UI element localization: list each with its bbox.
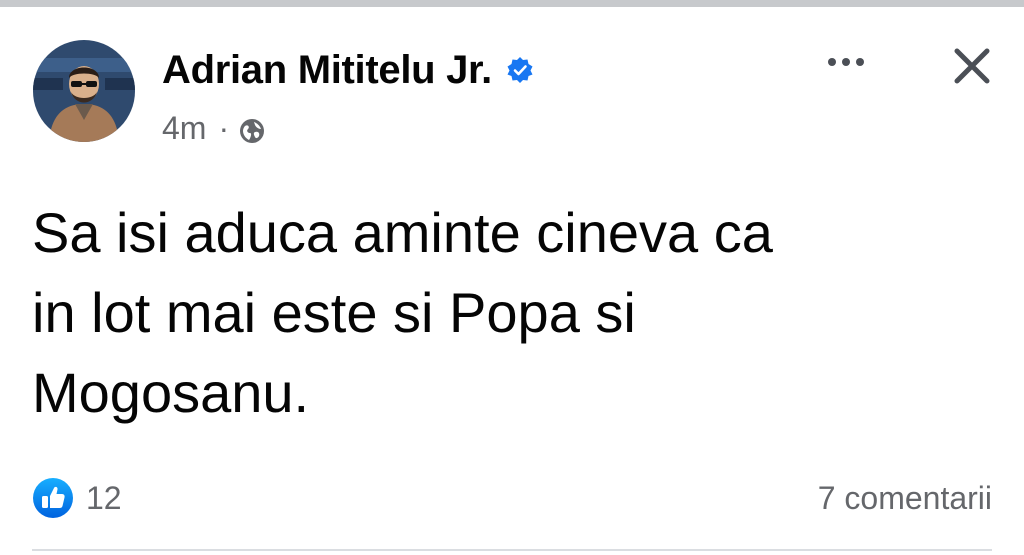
verified-badge-icon [506,56,534,84]
top-divider-bar [0,0,1024,7]
avatar[interactable] [33,40,135,142]
close-icon [954,48,990,84]
comments-count-link[interactable]: 7 comentarii [818,480,992,517]
post-timestamp[interactable]: 4m [162,110,206,147]
author-name[interactable]: Adrian Mititelu Jr. [162,48,492,93]
reaction-count: 12 [86,479,122,516]
avatar-image [33,40,135,142]
more-options-icon [828,58,864,66]
globe-icon[interactable] [239,115,265,143]
like-icon [32,477,74,519]
post-text: Sa isi aduca aminte cineva ca in lot mai… [32,201,773,424]
close-button[interactable] [944,38,1000,94]
meta-separator: · [218,109,230,146]
more-options-button[interactable] [818,44,874,80]
footer-divider [32,549,992,551]
reactions-summary[interactable]: 12 [32,475,122,521]
post-meta: 4m · [162,108,265,148]
post-author: Adrian Mititelu Jr. [162,44,534,96]
